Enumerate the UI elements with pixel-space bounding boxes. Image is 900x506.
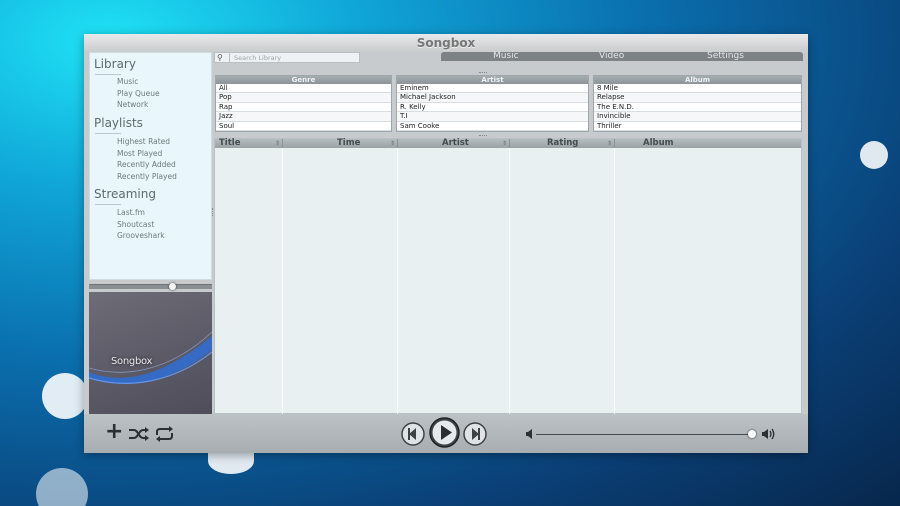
search-box[interactable]: ⚲ [214,52,360,63]
sidebar-item-most-played[interactable]: Most Played [117,149,162,158]
column-header-rating[interactable]: Rating ⇕ [510,139,615,148]
shuffle-icon[interactable] [128,426,150,442]
add-icon[interactable]: + [105,420,123,444]
artist-item[interactable]: Sam Cooke [397,122,588,131]
volume-slider-knob[interactable] [747,430,756,438]
sort-icon: ⇕ [274,140,280,147]
column-header-title[interactable]: Title ⇕ [215,139,283,148]
track-list: Title ⇕ Time ⇕ Artist ⇕ Rating ⇕ Album [214,138,802,414]
control-bar: + [84,414,808,453]
window-title: Songbox [84,34,808,52]
album-item[interactable]: Relapse [594,93,801,103]
column-divider [397,148,398,414]
sidebar-item-lastfm[interactable]: Last.fm [117,208,145,217]
next-icon[interactable] [463,422,487,446]
sidebar-item-highest-rated[interactable]: Highest Rated [117,137,170,146]
column-divider [614,148,615,414]
artist-filter: Artist Eminem Michael Jackson R. Kelly T… [396,75,589,132]
column-header-album[interactable]: Album [615,139,801,148]
sidebar-item-network[interactable]: Network [117,100,148,109]
album-art-logo: Songbox [111,356,153,367]
volume-slider[interactable] [536,434,754,435]
genre-item[interactable]: Rap [216,103,391,113]
search-input[interactable] [234,53,358,62]
tracklist-resize-handle[interactable] [479,135,487,137]
album-item[interactable]: Thriller [594,122,801,131]
songbox-window: Songbox Library Music Play Queue Network… [84,34,808,453]
album-header[interactable]: Album [594,76,801,84]
previous-icon[interactable] [401,422,425,446]
artist-header[interactable]: Artist [397,76,588,84]
column-divider [509,148,510,414]
album-filter: Album 8 Mile Relapse The E.N.D. Invincib… [593,75,802,132]
sidebar-item-recently-played[interactable]: Recently Played [117,172,177,181]
sidebar-item-play-queue[interactable]: Play Queue [117,89,160,98]
section-underline [95,74,121,75]
sidebar-item-recently-added[interactable]: Recently Added [117,160,176,169]
sort-icon: ⇕ [501,140,507,147]
artist-item[interactable]: T.I [397,112,588,122]
sidebar-item-grooveshark[interactable]: Grooveshark [117,231,165,240]
tab-video[interactable]: Video [599,51,624,61]
filter-resize-handle[interactable] [479,72,487,74]
play-icon[interactable] [429,417,460,448]
artist-item[interactable]: Eminem [397,84,588,94]
artist-item[interactable]: Michael Jackson [397,93,588,103]
tab-bar: Music Video Settings [441,51,803,61]
volume-low-icon [526,429,532,439]
sidebar-item-music[interactable]: Music [117,77,138,86]
search-icon: ⚲ [217,53,223,62]
column-label: Album [643,138,674,148]
column-label: Artist [442,138,469,148]
column-divider [282,148,283,414]
seek-slider[interactable] [89,283,212,290]
genre-header[interactable]: Genre [216,76,391,84]
search-divider [229,53,230,62]
section-title-playlists: Playlists [94,116,143,130]
genre-item[interactable]: Jazz [216,112,391,122]
tab-settings[interactable]: Settings [707,51,744,61]
bokeh-light [36,468,88,506]
genre-item[interactable]: Pop [216,93,391,103]
album-art-swoosh [89,331,212,384]
album-item[interactable]: Invincible [594,112,801,122]
column-header-artist[interactable]: Artist ⇕ [398,139,510,148]
artist-item[interactable]: R. Kelly [397,103,588,113]
tab-music[interactable]: Music [493,51,519,61]
column-header-time[interactable]: Time ⇕ [283,139,398,148]
sort-icon: ⇕ [606,140,612,147]
sidebar-item-shoutcast[interactable]: Shoutcast [117,220,154,229]
album-art: Songbox [89,292,212,414]
section-underline [95,204,121,205]
section-title-streaming: Streaming [94,187,156,201]
section-title-library: Library [94,57,136,71]
column-label: Time [337,138,361,148]
bokeh-light [42,373,88,419]
column-label: Rating [547,138,579,148]
seek-slider-knob[interactable] [169,283,177,290]
bokeh-light [860,141,888,169]
album-item[interactable]: 8 Mile [594,84,801,94]
sort-icon: ⇕ [389,140,395,147]
genre-item[interactable]: All [216,84,391,94]
sidebar: Library Music Play Queue Network Playlis… [89,52,212,280]
volume-high-icon [762,428,775,440]
column-label: Title [219,138,241,148]
album-item[interactable]: The E.N.D. [594,103,801,113]
repeat-icon[interactable] [154,426,175,442]
genre-filter: Genre All Pop Rap Jazz Soul [215,75,392,132]
section-underline [95,133,121,134]
genre-item[interactable]: Soul [216,122,391,131]
